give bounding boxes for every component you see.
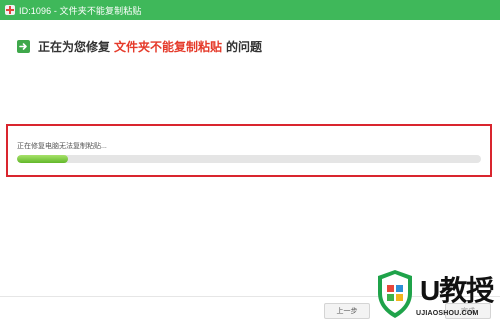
progress-bar bbox=[17, 155, 481, 163]
window-title: ID:1096 - 文件夹不能复制粘贴 bbox=[19, 5, 142, 16]
heading-problem-name: 文件夹不能复制粘贴 bbox=[114, 40, 223, 54]
heading-prefix: 正在为您修复 bbox=[38, 40, 111, 54]
previous-button[interactable]: 上一步 bbox=[324, 303, 370, 319]
watermark-brand: U教授 bbox=[420, 275, 494, 306]
app-icon bbox=[5, 5, 15, 15]
heading-suffix: 的问题 bbox=[226, 40, 263, 54]
page-heading: 正在为您修复 文件夹不能复制粘贴 的问题 bbox=[17, 38, 262, 55]
shield-logo-icon bbox=[378, 270, 412, 318]
watermark-domain: UJIAOSHOU.COM bbox=[416, 310, 479, 317]
progress-status: 正在修复电脑无法复制粘贴... bbox=[17, 143, 107, 150]
arrow-right-icon bbox=[17, 40, 30, 53]
title-bar: ID:1096 - 文件夹不能复制粘贴 bbox=[0, 0, 500, 20]
watermark: U教授 UJIAOSHOU.COM bbox=[376, 267, 498, 321]
progress-fill bbox=[17, 155, 69, 163]
